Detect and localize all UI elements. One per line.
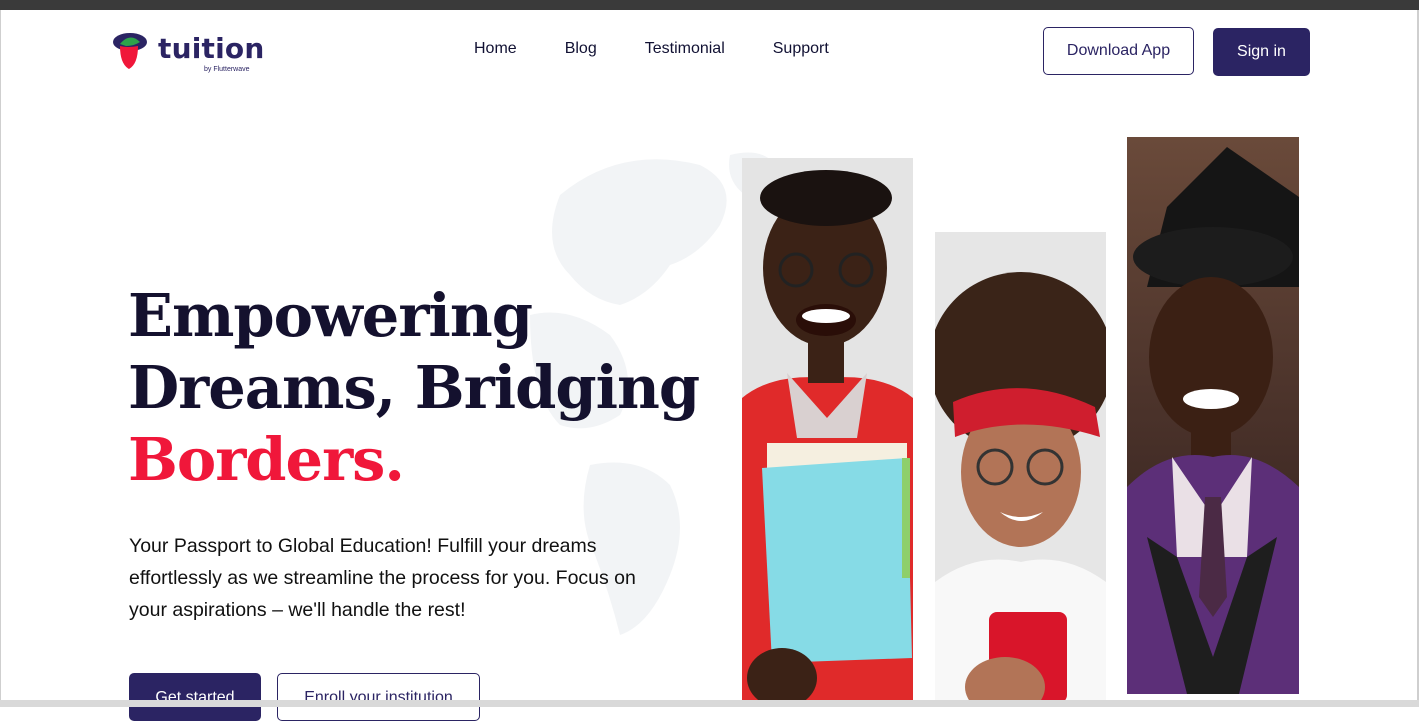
headline-line-1: Empowering: [128, 281, 533, 350]
browser-top-edge: [0, 0, 1419, 10]
hero-headline: Empowering Dreams, Bridging Borders.: [128, 280, 700, 496]
logo-mark-icon: [113, 33, 147, 69]
get-started-button[interactable]: Get started: [129, 673, 261, 721]
graduate-illustration: [1127, 137, 1299, 694]
enroll-institution-button[interactable]: Enroll your institution: [277, 673, 480, 721]
nav-testimonial[interactable]: Testimonial: [645, 40, 725, 58]
download-app-label: Download App: [1066, 42, 1171, 59]
headline-line-2: Dreams, Bridging: [128, 353, 700, 422]
tuition-logo[interactable]: tuition by Flutterwave: [112, 28, 272, 76]
student-photo-folder: [742, 158, 913, 703]
nav-blog[interactable]: Blog: [565, 40, 597, 58]
graduate-photo: [1127, 137, 1299, 694]
headline-accent: Borders.: [128, 425, 405, 494]
hero-subtext: Your Passport to Global Education! Fulfi…: [129, 535, 636, 621]
sign-in-button[interactable]: Sign in: [1213, 28, 1310, 76]
student-phone-illustration: [935, 232, 1106, 703]
download-app-button[interactable]: Download App: [1043, 27, 1194, 75]
window-bottom-edge: [0, 700, 1419, 707]
window-border-left: [0, 10, 1, 707]
student-folder-illustration: [742, 158, 913, 703]
nav-support[interactable]: Support: [773, 40, 829, 58]
nav-home[interactable]: Home: [474, 40, 517, 58]
logo-byline: by Flutterwave: [204, 66, 250, 73]
sign-in-label: Sign in: [1237, 43, 1286, 60]
main-nav: Home Blog Testimonial Support: [474, 40, 829, 58]
student-photo-phone: [935, 232, 1106, 703]
logo-wordmark: tuition: [158, 32, 265, 65]
